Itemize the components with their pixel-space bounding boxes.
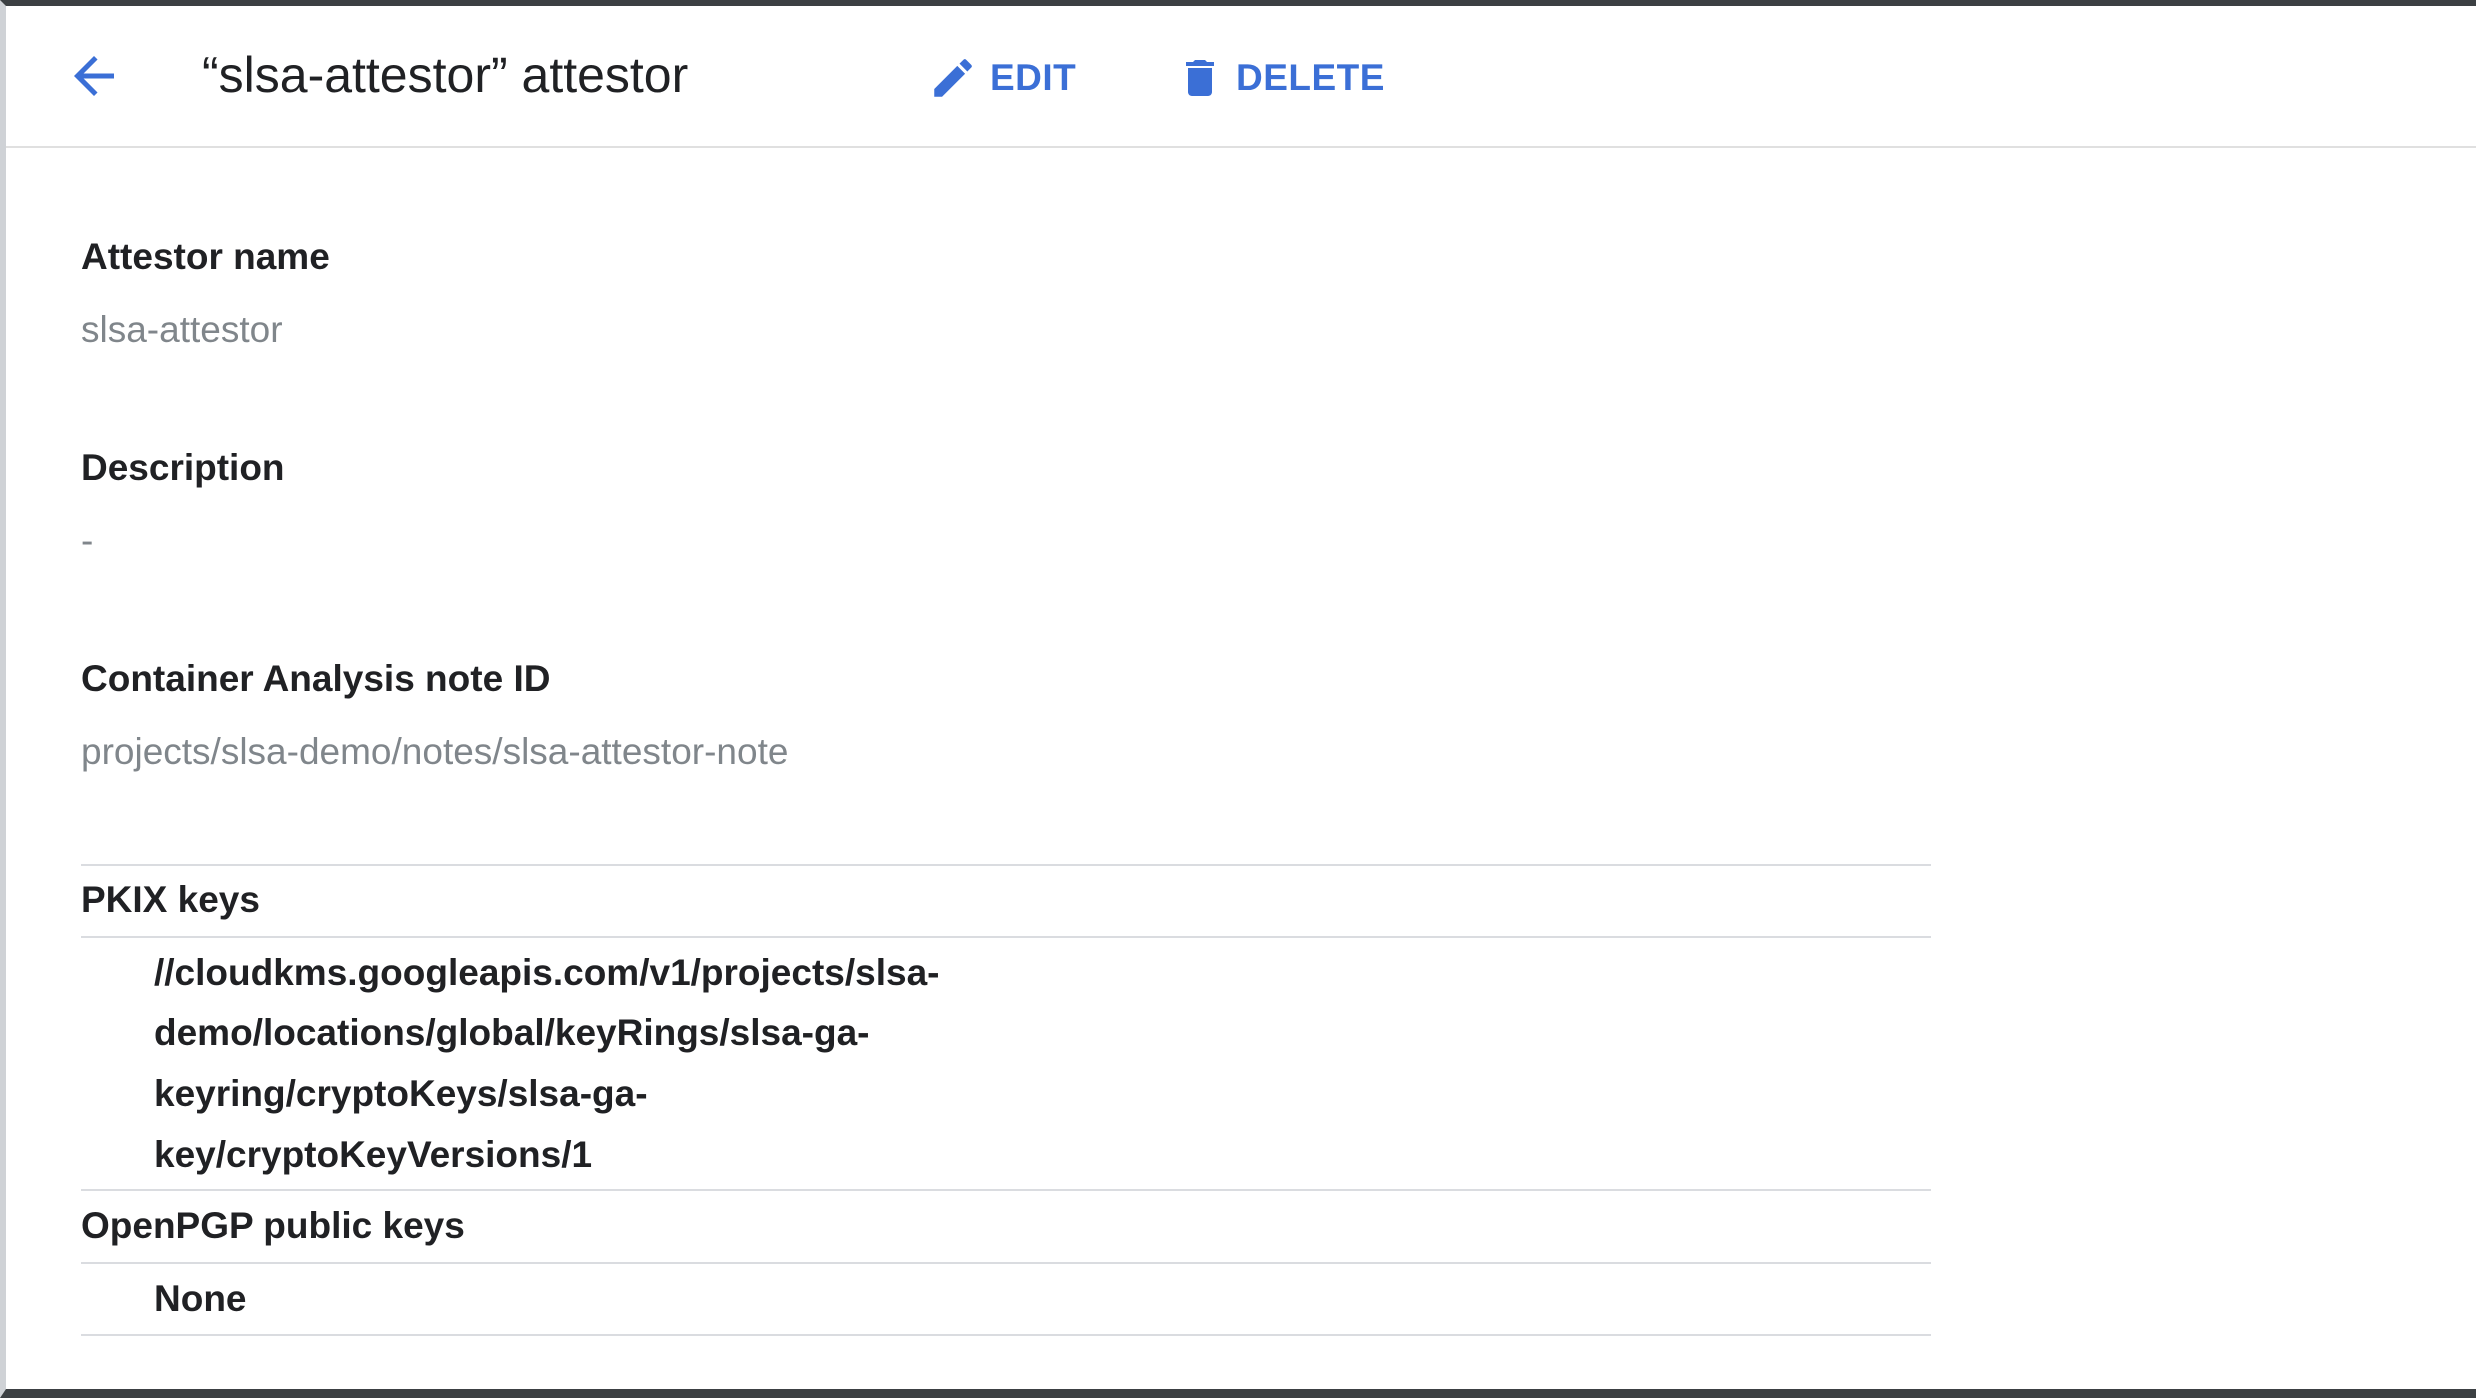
note-id-label: Container Analysis note ID (81, 658, 551, 699)
pencil-icon (934, 59, 972, 97)
description-label: Description (81, 447, 285, 488)
back-button[interactable] (64, 46, 124, 106)
divider (81, 1189, 1931, 1191)
divider (81, 936, 1931, 938)
divider (81, 1262, 1931, 1264)
attestor-details-page: “slsa-attestor” attestor EDIT DELETE Att… (0, 0, 2476, 1398)
divider (81, 864, 1931, 866)
delete-button-label: DELETE (1236, 57, 1385, 98)
pkix-key-line: keyring/cryptoKeys/slsa-ga- (154, 1073, 648, 1114)
openpgp-keys-label: OpenPGP public keys (81, 1205, 465, 1246)
description-value: - (81, 520, 94, 561)
pkix-key-line: //cloudkms.googleapis.com/v1/projects/sl… (154, 952, 940, 993)
arrow-back-icon (74, 56, 114, 96)
divider (81, 1334, 1931, 1336)
pkix-keys-label: PKIX keys (81, 879, 260, 920)
attestor-name-value: slsa-attestor (81, 309, 283, 350)
trash-icon (1186, 60, 1214, 96)
page-header: “slsa-attestor” attestor EDIT DELETE (6, 6, 2476, 148)
note-id-value: projects/slsa-demo/notes/slsa-attestor-n… (81, 731, 789, 772)
delete-button[interactable]: DELETE (1176, 48, 1385, 108)
pkix-key-line: key/cryptoKeyVersions/1 (154, 1134, 593, 1175)
page-title: “slsa-attestor” attestor (202, 47, 689, 103)
edit-button-label: EDIT (990, 57, 1077, 98)
attestor-name-label: Attestor name (81, 236, 330, 277)
edit-button[interactable]: EDIT (928, 48, 1076, 108)
openpgp-keys-value: None (154, 1278, 247, 1319)
pkix-key-line: demo/locations/global/keyRings/slsa-ga- (154, 1012, 870, 1053)
